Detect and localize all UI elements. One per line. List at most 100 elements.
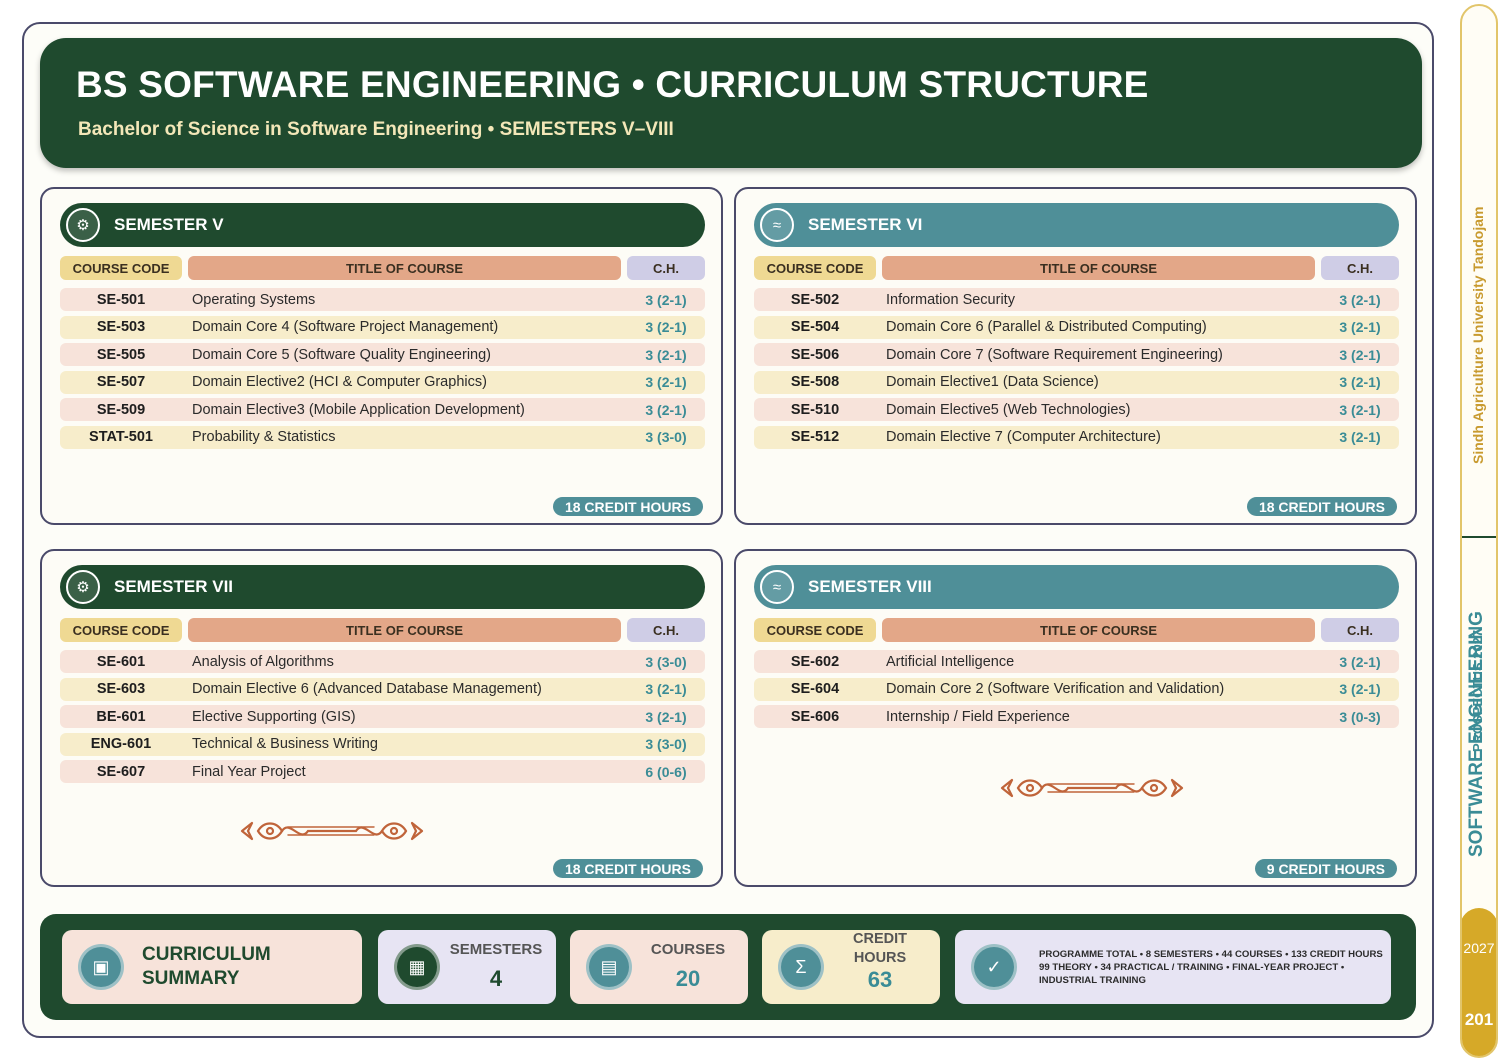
page-number: 201	[1464, 1010, 1494, 1029]
course-row: SE-505 Domain Core 5 (Software Quality En…	[60, 343, 705, 366]
course-row: SE-606 Internship / Field Experience 3 (0-…	[754, 705, 1399, 728]
course-code: SE-604	[790, 681, 840, 697]
semester-header: ≈ SEMESTER VIII	[754, 565, 1399, 609]
course-credit: 3 (2-1)	[1339, 653, 1381, 670]
page-header: BS SOFTWARE ENGINEERING • CURRICULUM STR…	[40, 38, 1422, 168]
course-row: SE-602 Artificial Intelligence 3 (2-1)	[754, 650, 1399, 673]
credit-hours-label: CREDIT HOURS	[853, 931, 907, 966]
semester-title: SEMESTER V	[114, 215, 224, 234]
course-code: SE-510	[790, 401, 840, 418]
sidebar-gold-tab	[1462, 908, 1496, 1056]
course-credit: 3 (2-1)	[645, 319, 687, 335]
course-list: SE-501 Operating Systems 3 (2-1) SE-503 Dom…	[60, 288, 705, 453]
course-code: ENG-601	[90, 736, 152, 752]
column-header-title: TITLE OF COURSE	[882, 256, 1315, 280]
course-row: SE-502 Information Security 3 (2-1)	[754, 288, 1399, 311]
credit-hours-badge: 18 CREDIT HOURS	[552, 859, 703, 878]
course-credit: 3 (3-0)	[645, 429, 687, 445]
course-credit: 3 (2-1)	[645, 374, 687, 390]
course-code: SE-606	[790, 708, 840, 725]
semesters-value: 4	[489, 966, 503, 991]
credit-hours-value: 63	[867, 967, 893, 992]
column-header-code: COURSE CODE	[60, 618, 182, 642]
programme-total-card: ✓ PROGRAMME TOTAL • 8 SEMESTERS • 44 COU…	[955, 930, 1391, 1004]
ornament-divider	[240, 821, 424, 841]
course-row: SE-607 Final Year Project 6 (0-6)	[60, 760, 705, 783]
course-title: Domain Core 6 (Parallel & Distributed Co…	[886, 319, 1207, 335]
gear-icon: ⚙	[66, 208, 100, 242]
course-code: SE-502	[790, 291, 840, 308]
grid-icon: ▦	[394, 944, 440, 990]
column-header-code: COURSE CODE	[754, 618, 876, 642]
semester-panel-v: ⚙ SEMESTER V COURSE CODE TITLE OF COURSE…	[40, 187, 723, 525]
semester-panel-viii: ≈ SEMESTER VIII COURSE CODE TITLE OF COU…	[734, 549, 1417, 887]
sigma-icon: Σ	[778, 944, 824, 990]
square-icon: ▣	[78, 944, 124, 990]
credit-hours-badge: 18 CREDIT HOURS	[552, 497, 703, 516]
summary-title-card: ▣ CURRICULUM SUMMARY	[62, 930, 362, 1004]
semester-title: SEMESTER VIII	[808, 577, 932, 596]
course-title: Operating Systems	[192, 291, 316, 308]
check-icon: ✓	[971, 944, 1017, 990]
semesters-stat-card: ▦ SEMESTERS 4	[378, 930, 556, 1004]
course-code: SE-509	[96, 401, 146, 418]
course-list: SE-602 Artificial Intelligence 3 (2-1) SE-…	[754, 650, 1399, 733]
course-code: BE-601	[96, 708, 146, 725]
course-title: Domain Elective2 (HCI & Computer Graphic…	[192, 374, 487, 390]
course-row: SE-510 Domain Elective5 (Web Technologies…	[754, 398, 1399, 421]
semester-header: ⚙ SEMESTER VII	[60, 565, 705, 609]
course-row: SE-512 Domain Elective 7 (Computer Archit…	[754, 425, 1399, 449]
programme-line-1: PROGRAMME TOTAL • 8 SEMESTERS • 44 COURS…	[1039, 949, 1383, 960]
semesters-label: SEMESTERS	[449, 941, 543, 958]
course-row: SE-507 Domain Elective2 (HCI & Computer G…	[60, 370, 705, 394]
course-credit: 3 (2-1)	[645, 681, 687, 697]
wave-icon: ≈	[760, 570, 794, 604]
semester-title: SEMESTER VI	[808, 215, 923, 234]
course-row: SE-501 Operating Systems 3 (2-1)	[60, 288, 705, 311]
course-list: SE-601 Analysis of Algorithms 3 (3-0) SE-6…	[60, 650, 705, 788]
page-title: BS SOFTWARE ENGINEERING • CURRICULUM STR…	[76, 64, 1149, 105]
course-title: Domain Elective1 (Data Science)	[886, 374, 1099, 390]
course-code: STAT-501	[89, 429, 153, 445]
column-header-code: COURSE CODE	[60, 256, 182, 280]
column-header-code: COURSE CODE	[754, 256, 876, 280]
course-credit: 3 (2-1)	[645, 401, 687, 418]
course-row: SE-504 Domain Core 6 (Parallel & Distribu…	[754, 315, 1399, 339]
course-code: SE-507	[96, 374, 146, 390]
course-title: Analysis of Algorithms	[192, 653, 334, 670]
course-title: Domain Core 7 (Software Requirement Engi…	[886, 346, 1223, 363]
course-title: Technical & Business Writing	[192, 736, 378, 752]
course-row: SE-601 Analysis of Algorithms 3 (3-0)	[60, 650, 705, 673]
courses-value: 20	[675, 966, 701, 991]
wave-icon: ≈	[760, 208, 794, 242]
page-subtitle: Bachelor of Science in Software Engineer…	[78, 119, 674, 140]
university-name: Sindh Agriculture University Tandojam	[1470, 206, 1486, 464]
course-code: SE-607	[96, 763, 146, 780]
summary-label: CURRICULUM SUMMARY	[142, 944, 271, 989]
course-code: SE-503	[96, 319, 146, 335]
course-title: Elective Supporting (GIS)	[192, 708, 356, 725]
course-code: SE-508	[790, 374, 840, 390]
gear-icon: ⚙	[66, 570, 100, 604]
course-code: SE-501	[96, 291, 146, 308]
semester-header: ≈ SEMESTER VI	[754, 203, 1399, 247]
course-code: SE-603	[96, 681, 146, 697]
credit-hours-badge: 18 CREDIT HOURS	[1246, 497, 1397, 516]
course-row: SE-603 Domain Elective 6 (Advanced Databa…	[60, 677, 705, 701]
course-title: Domain Elective5 (Web Technologies)	[886, 401, 1131, 418]
list-icon: ▤	[586, 944, 632, 990]
semester-header: ⚙ SEMESTER V	[60, 203, 705, 247]
course-credit: 3 (2-1)	[1339, 374, 1381, 390]
course-credit: 3 (2-1)	[1339, 319, 1381, 335]
column-header-ch: C.H.	[1321, 256, 1399, 280]
column-header-ch: C.H.	[1321, 618, 1399, 642]
programme-name: SOFTWARE ENGINEERING	[1466, 611, 1487, 857]
year-label: 2027	[1463, 940, 1495, 956]
programme-line-3: INDUSTRIAL TRAINING	[1039, 975, 1146, 986]
page-sidebar	[1460, 4, 1498, 1058]
course-row: SE-506 Domain Core 7 (Software Requiremen…	[754, 343, 1399, 366]
course-row: ENG-601 Technical & Business Writing 3 (3-…	[60, 732, 705, 756]
course-title: Probability & Statistics	[192, 429, 336, 445]
column-header-title: TITLE OF COURSE	[188, 618, 621, 642]
credit-hours-stat-card: Σ CREDIT HOURS 63	[762, 930, 940, 1004]
